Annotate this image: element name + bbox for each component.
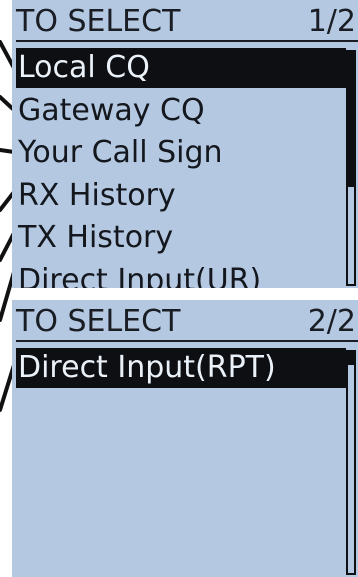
screen-title: TO SELECT bbox=[16, 304, 181, 339]
header-underline bbox=[16, 340, 358, 342]
screen-title: TO SELECT bbox=[16, 4, 181, 39]
scrollbar[interactable] bbox=[346, 350, 356, 575]
select-menu-list: Local CQ Gateway CQ Your Call Sign RX Hi… bbox=[16, 48, 346, 288]
menu-item-rx-history[interactable]: RX History bbox=[16, 176, 346, 216]
menu-item-direct-input-rpt[interactable]: Direct Input(RPT) bbox=[16, 348, 346, 388]
menu-item-tx-history[interactable]: TX History bbox=[16, 218, 346, 258]
page-indicator: 2/2 bbox=[307, 304, 356, 339]
menu-item-local-cq[interactable]: Local CQ bbox=[16, 48, 346, 88]
scrollbar[interactable] bbox=[346, 50, 356, 286]
lcd-screen-page-2: TO SELECT 2/2 Direct Input(RPT) bbox=[12, 300, 358, 577]
page-indicator: 1/2 bbox=[307, 4, 356, 39]
screen-header: TO SELECT 2/2 bbox=[12, 302, 358, 342]
scrollbar-thumb[interactable] bbox=[348, 352, 354, 366]
screen-header: TO SELECT 1/2 bbox=[12, 2, 358, 42]
lcd-screen-page-1: TO SELECT 1/2 Local CQ Gateway CQ Your C… bbox=[12, 0, 358, 288]
select-menu-list: Direct Input(RPT) bbox=[16, 348, 346, 391]
menu-item-direct-input-ur[interactable]: Direct Input(UR) bbox=[16, 261, 346, 288]
menu-item-your-call-sign[interactable]: Your Call Sign bbox=[16, 133, 346, 173]
header-underline bbox=[16, 40, 358, 42]
scrollbar-thumb[interactable] bbox=[348, 52, 354, 187]
menu-item-gateway-cq[interactable]: Gateway CQ bbox=[16, 91, 346, 131]
